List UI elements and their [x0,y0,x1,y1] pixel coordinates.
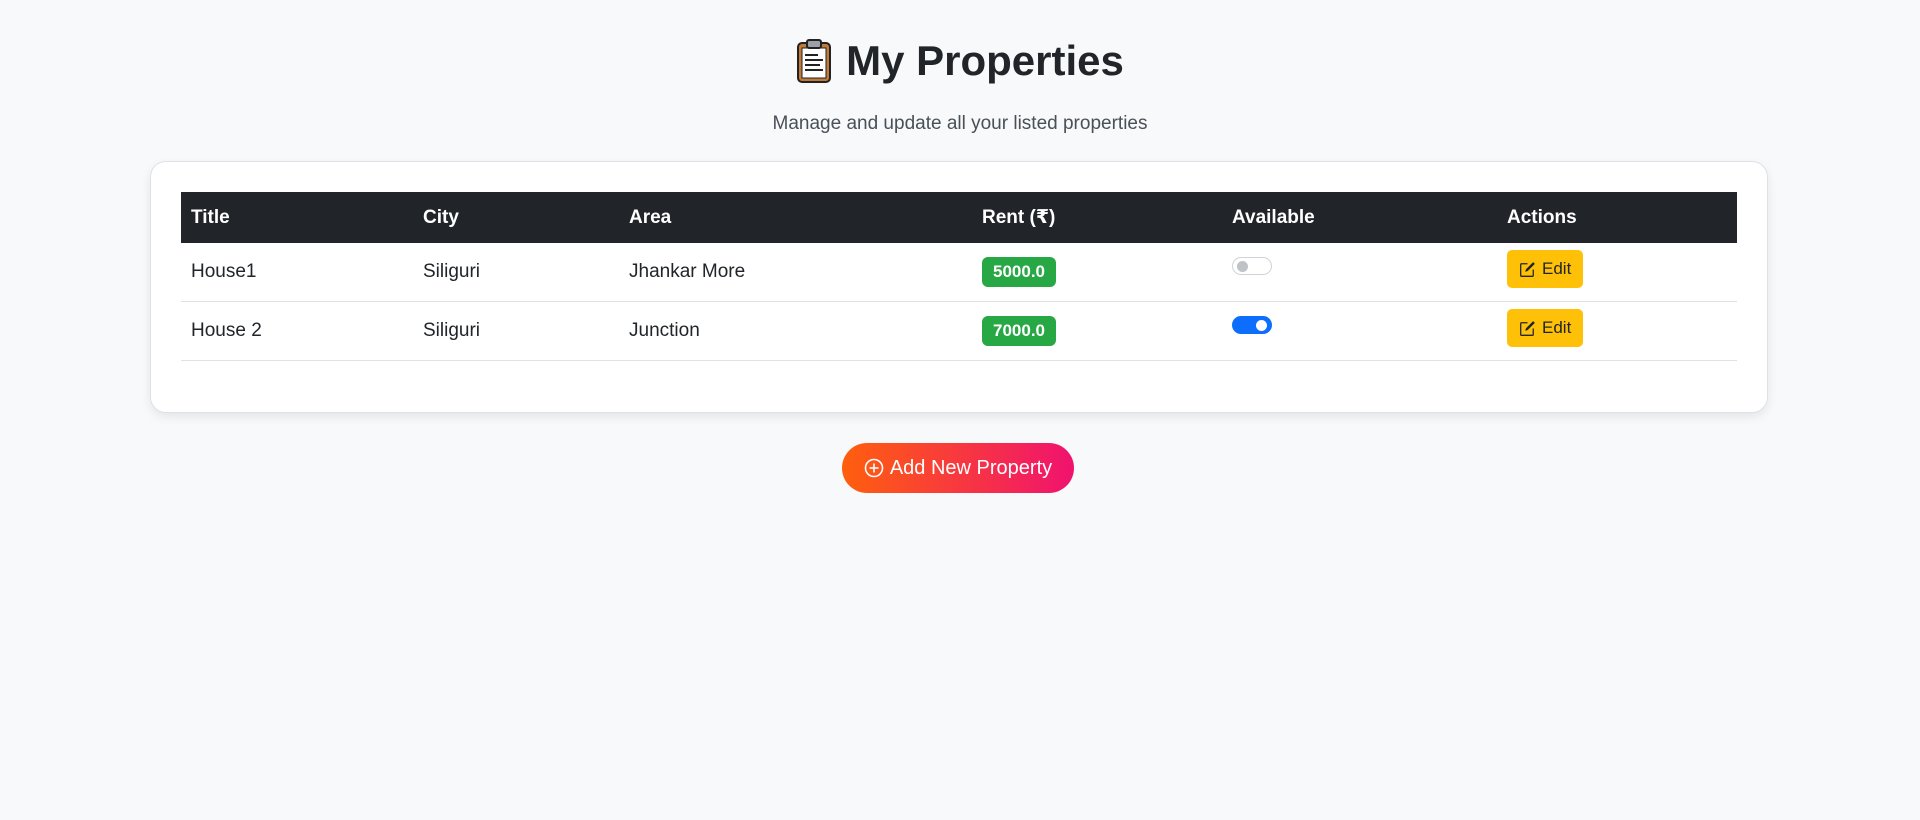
cell-actions: Edit [1497,301,1737,361]
column-header-city: City [413,192,619,243]
cell-area: Jhankar More [619,243,972,302]
toggle-knob [1237,261,1248,272]
page-subtitle: Manage and update all your listed proper… [772,113,1148,134]
page-title-wrap: My Properties [796,36,1124,86]
properties-table: Title City Area Rent (₹) Available Actio… [181,192,1737,361]
cell-title: House 2 [181,301,413,361]
cell-rent: 7000.0 [972,301,1222,361]
cell-title: House1 [181,243,413,302]
column-header-rent: Rent (₹) [972,192,1222,243]
properties-card: Title City Area Rent (₹) Available Actio… [150,161,1768,413]
add-new-property-button[interactable]: Add New Property [841,443,1075,493]
rent-badge: 5000.0 [982,257,1056,287]
cell-rent: 5000.0 [972,243,1222,302]
table-row: House 2 Siliguri Junction 7000.0 Edit [181,301,1737,361]
add-new-property-label: Add New Property [889,456,1053,479]
column-header-available: Available [1222,192,1497,243]
plus-circle-icon [864,458,884,478]
table-header-row: Title City Area Rent (₹) Available Actio… [181,192,1737,243]
column-header-title: Title [181,192,413,243]
edit-button-label: Edit [1542,259,1572,278]
column-header-actions: Actions [1497,192,1737,243]
edit-button[interactable]: Edit [1507,250,1584,288]
cell-city: Siliguri [413,301,619,361]
clipboard-icon [797,39,832,83]
cell-available [1222,301,1497,361]
rent-badge: 7000.0 [982,316,1056,346]
availability-toggle[interactable] [1232,316,1272,334]
page-header: My Properties Manage and update all your… [0,0,1920,135]
edit-icon [1520,261,1535,277]
cell-area: Junction [619,301,972,361]
availability-toggle[interactable] [1232,257,1272,275]
cell-city: Siliguri [413,243,619,302]
edit-button-label: Edit [1542,318,1572,337]
column-header-area: Area [619,192,972,243]
add-property-area: Add New Property [0,443,1920,493]
toggle-knob [1256,320,1267,331]
table-row: House1 Siliguri Jhankar More 5000.0 Edit [181,243,1737,302]
edit-icon [1520,320,1535,336]
page-title: My Properties [846,37,1124,84]
edit-button[interactable]: Edit [1507,309,1584,347]
cell-available [1222,243,1497,302]
cell-actions: Edit [1497,243,1737,302]
